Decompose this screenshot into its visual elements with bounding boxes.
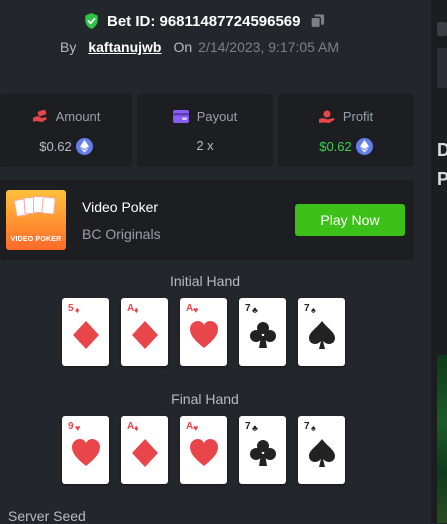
card-rank: 7 [304, 303, 310, 314]
initial-hand-title: Initial Hand [169, 273, 241, 289]
play-now-button[interactable]: Play Now [295, 204, 405, 236]
profit-label: Profit [342, 109, 374, 124]
background-text: D [437, 140, 447, 160]
playing-card: 7 ♠ [298, 298, 345, 366]
playing-card: A ♥ [180, 298, 227, 366]
playing-card: A ♥ [180, 416, 227, 484]
game-provider: BC Originals [82, 226, 161, 242]
playing-card: 9 ♥ [62, 416, 109, 484]
card-rank: 5 [68, 303, 74, 314]
diamond-small-icon: ♦ [134, 305, 139, 315]
club-icon [250, 322, 276, 348]
card-rank: 9 [68, 421, 74, 432]
club-small-icon: ♣ [252, 423, 258, 433]
background-element [437, 22, 447, 36]
payout-value: 2 x [196, 138, 214, 153]
card-rank: 7 [304, 421, 310, 432]
profit-hand-coin-icon [318, 110, 335, 123]
diamond-icon [73, 321, 99, 349]
by-label: By [60, 39, 77, 55]
heart-small-icon: ♥ [193, 305, 199, 315]
heart-icon [72, 439, 100, 466]
profit-value: $0.62 [319, 139, 352, 154]
server-seed-label: Server Seed [8, 508, 86, 524]
game-name: Video Poker [82, 199, 159, 215]
bet-date: 2/14/2023, 9:17:05 AM [198, 39, 340, 55]
background-page-edge: D P [431, 0, 447, 523]
eth-icon [75, 138, 93, 155]
game-card: VIDEO POKER Video Poker BC Originals Pla… [0, 180, 414, 260]
spade-small-icon: ♠ [311, 423, 316, 433]
copy-icon[interactable] [309, 13, 325, 29]
heart-icon [190, 439, 218, 466]
background-element [437, 48, 447, 88]
playing-card: 7 ♠ [298, 416, 345, 484]
payout-label: Payout [196, 109, 238, 124]
username-link[interactable]: kaftanujwb [88, 39, 161, 55]
amount-value: $0.62 [39, 139, 72, 154]
playing-card: A ♦ [121, 416, 168, 484]
heart-icon [190, 321, 218, 348]
spade-icon [309, 439, 335, 467]
final-hand-title: Final Hand [171, 391, 239, 407]
diamond-small-icon: ♦ [134, 423, 139, 433]
diamond-small-icon: ♦ [75, 305, 80, 315]
background-text: P [437, 169, 447, 189]
video-poker-thumbnail[interactable]: VIDEO POKER [6, 190, 66, 250]
initial-hand: 5 ♦ A ♦ A ♥ 7 ♣ 7 ♠ [62, 298, 357, 366]
playing-card: 7 ♣ [239, 298, 286, 366]
thumbnail-label: VIDEO POKER [10, 236, 62, 243]
playing-card: 7 ♣ [239, 416, 286, 484]
card-rank: 7 [245, 421, 251, 432]
diamond-icon [132, 439, 158, 467]
playing-card: A ♦ [121, 298, 168, 366]
profit-panel: Profit $0.62 [278, 94, 414, 167]
bet-id: Bet ID: 96811487724596569 [107, 12, 301, 30]
verified-shield-icon [85, 13, 98, 29]
spade-small-icon: ♠ [311, 305, 316, 315]
bet-author-row: By kaftanujwb On 2/14/2023, 9:17:05 AM [60, 39, 339, 55]
amount-panel: Amount $0.62 [0, 94, 132, 167]
card-rank: 7 [245, 303, 251, 314]
on-label: On [173, 39, 193, 55]
heart-small-icon: ♥ [75, 423, 81, 433]
heart-small-icon: ♥ [193, 423, 199, 433]
wallet-icon [172, 110, 189, 123]
money-hand-icon [32, 109, 47, 122]
playing-card: 5 ♦ [62, 298, 109, 366]
background-image [437, 355, 447, 523]
bet-id-row: Bet ID: 96811487724596569 [84, 11, 325, 31]
amount-label: Amount [55, 109, 101, 124]
club-small-icon: ♣ [252, 305, 258, 315]
spade-icon [309, 321, 335, 349]
final-hand: 9 ♥ A ♦ A ♥ 7 ♣ 7 ♠ [62, 416, 357, 484]
payout-panel: Payout 2 x [137, 94, 273, 167]
eth-icon [355, 138, 373, 155]
diamond-icon [132, 321, 158, 349]
club-icon [250, 440, 276, 466]
